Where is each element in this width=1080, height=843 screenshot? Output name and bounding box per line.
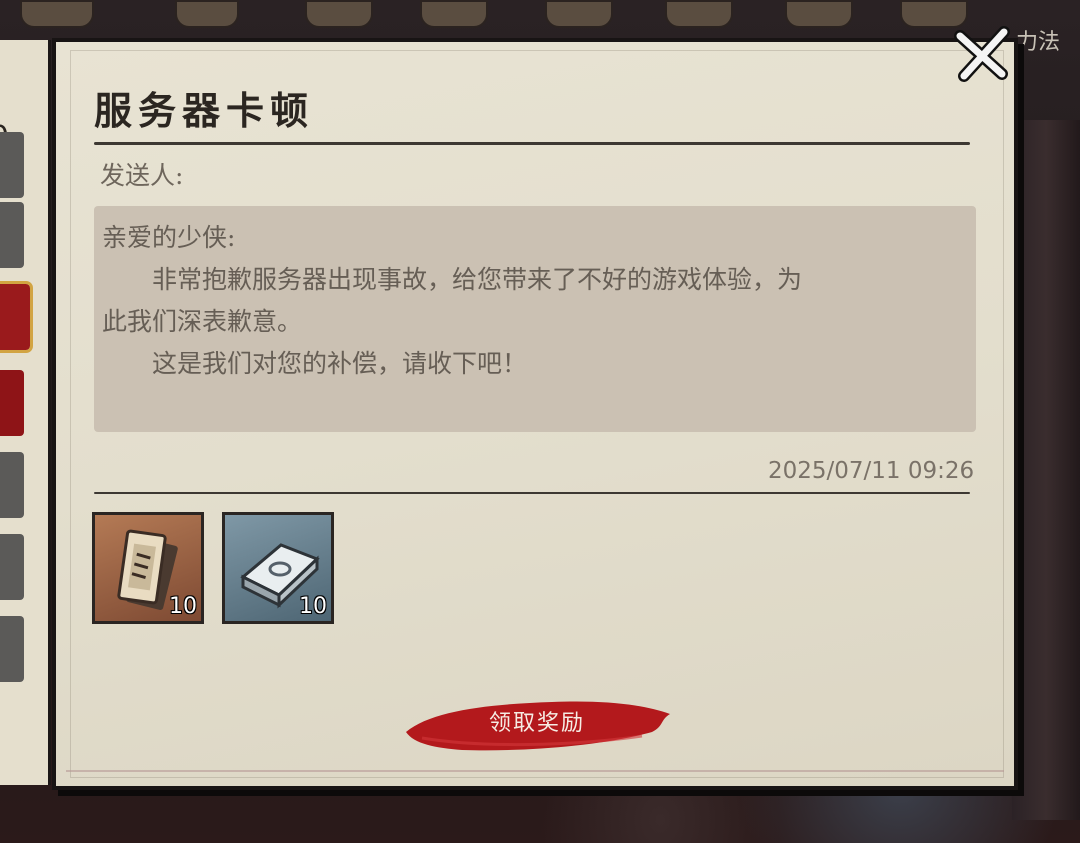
message-body-line: 这是我们对您的补偿，请收下吧！ xyxy=(152,349,528,378)
close-button[interactable] xyxy=(952,22,1014,84)
message-body-line: 此我们深表歉意。 xyxy=(102,307,303,336)
reward-divider xyxy=(94,492,970,494)
top-menu-icon[interactable] xyxy=(305,0,373,28)
reward-quantity: 10 xyxy=(169,594,197,619)
top-menu-icon[interactable] xyxy=(785,0,853,28)
reward-quantity: 10 xyxy=(299,594,327,619)
mail-list-item[interactable] xyxy=(0,534,24,600)
title-divider xyxy=(94,142,970,145)
mail-list-item[interactable] xyxy=(0,202,24,268)
mail-list-item[interactable] xyxy=(0,370,24,436)
reward-item-scroll[interactable]: 10 xyxy=(92,512,204,624)
side-tab-label[interactable]: 力法 xyxy=(1016,24,1060,56)
sender-label: 发送人: xyxy=(100,161,184,190)
mail-list-item[interactable] xyxy=(0,616,24,682)
top-menu-icon[interactable] xyxy=(20,0,94,28)
mail-date: 2025/07/11 09:26 xyxy=(768,458,975,484)
message-box: 亲爱的少侠: 非常抱歉服务器出现事故，给您带来了不好的游戏体验，为 此我们深表歉… xyxy=(94,206,976,432)
claim-reward-label: 领取奖励 xyxy=(488,711,585,736)
claim-reward-button[interactable]: 领取奖励 xyxy=(402,690,672,758)
card-bottom-line xyxy=(66,770,1004,772)
mail-list-panel: 0 xyxy=(0,40,51,785)
top-menu-icon[interactable] xyxy=(420,0,488,28)
mail-list-item[interactable] xyxy=(0,452,24,518)
mail-detail-card: 服务器卡顿 发送人: 亲爱的少侠: 非常抱歉服务器出现事故，给您带来了不好的游戏… xyxy=(52,38,1018,790)
message-greeting: 亲爱的少侠: xyxy=(102,223,236,252)
top-menu-icon[interactable] xyxy=(545,0,613,28)
mail-title: 服务器卡顿 xyxy=(94,88,315,133)
top-menu-icon[interactable] xyxy=(175,0,239,28)
mail-list-item[interactable] xyxy=(0,132,24,198)
close-x-icon xyxy=(954,26,1010,82)
top-menu-icon[interactable] xyxy=(665,0,733,28)
reward-item-silver[interactable]: 10 xyxy=(222,512,334,624)
right-side-strip xyxy=(1012,120,1080,820)
mail-list-item-selected[interactable] xyxy=(0,281,33,353)
message-body-line: 非常抱歉服务器出现事故，给您带来了不好的游戏体验，为 xyxy=(152,265,803,294)
